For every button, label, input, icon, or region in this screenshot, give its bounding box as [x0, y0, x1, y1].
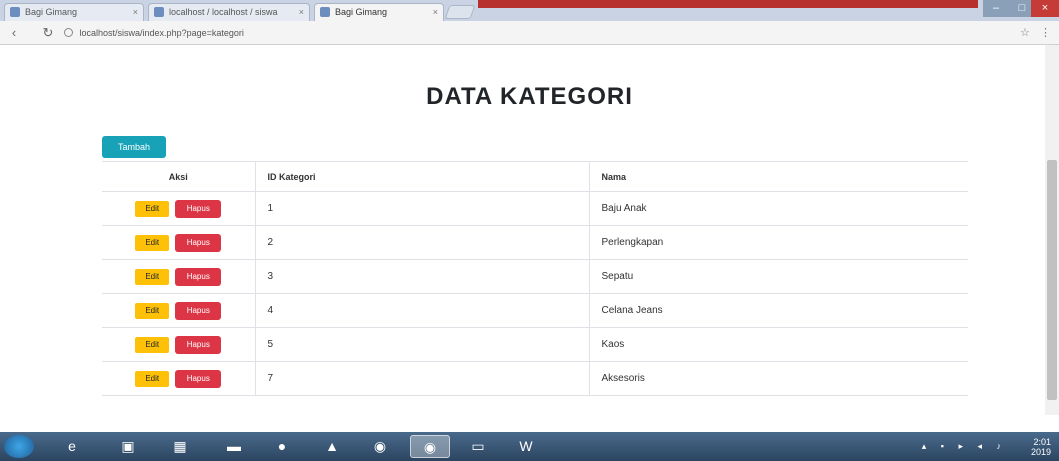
- tab-title: localhost / localhost / siswa: [169, 7, 278, 17]
- cell-id: 1: [255, 191, 590, 226]
- menu-icon[interactable]: ⋮: [1040, 25, 1051, 41]
- close-tab-icon[interactable]: ×: [433, 4, 438, 20]
- browser-tab-1[interactable]: Bagi Gimang ×: [4, 3, 144, 21]
- row-actions: Edit Hapus: [102, 293, 256, 328]
- cell-id: 5: [255, 327, 590, 362]
- system-tray[interactable]: ▴ ▪ ▸ ◂ ♪: [922, 441, 1007, 452]
- address-bar[interactable]: localhost/siswa/index.php?page=kategori: [64, 25, 1024, 41]
- table-row: Edit Hapus 4 Celana Jeans: [102, 293, 968, 328]
- delete-button[interactable]: Hapus: [175, 233, 222, 252]
- chrome-icon[interactable]: ◉: [360, 435, 400, 458]
- table-row: Edit Hapus 2 Perlengkapan: [102, 225, 968, 260]
- table-row: Edit Hapus 3 Sepatu: [102, 259, 968, 294]
- page-title: DATA KATEGORI: [426, 83, 633, 110]
- row-actions: Edit Hapus: [102, 327, 256, 362]
- table-row: Edit Hapus 7 Aksesoris: [102, 361, 968, 396]
- cell-nama: Aksesoris: [589, 361, 968, 396]
- clock[interactable]: 2:01 2019: [1031, 437, 1051, 457]
- explorer-icon[interactable]: ▣: [108, 435, 148, 458]
- clock-date: 2019: [1030, 447, 1051, 457]
- cell-nama: Celana Jeans: [589, 293, 968, 328]
- cell-nama: Kaos: [589, 327, 968, 362]
- edit-button[interactable]: Edit: [135, 370, 170, 387]
- new-tab-button[interactable]: [444, 5, 476, 19]
- table-row: Edit Hapus 5 Kaos: [102, 327, 968, 362]
- browser-toolbar: ‹ ↻ localhost/siswa/index.php?page=kateg…: [0, 21, 1059, 45]
- page-favicon-icon: [154, 7, 164, 17]
- edit-button[interactable]: Edit: [135, 268, 170, 285]
- browser-tab-2[interactable]: localhost / localhost / siswa ×: [148, 3, 310, 21]
- cell-id: 4: [255, 293, 590, 328]
- close-tab-icon[interactable]: ×: [299, 4, 304, 20]
- app-icon[interactable]: ▲: [312, 435, 352, 458]
- close-window-icon[interactable]: ×: [1031, 0, 1059, 17]
- row-actions: Edit Hapus: [102, 259, 256, 294]
- row-actions: Edit Hapus: [102, 191, 256, 226]
- cell-id: 7: [255, 361, 590, 396]
- cell-nama: Baju Anak: [589, 191, 968, 226]
- ie-icon[interactable]: e: [52, 435, 92, 458]
- delete-button[interactable]: Hapus: [175, 301, 222, 320]
- cell-nama: Sepatu: [589, 259, 968, 294]
- edit-button[interactable]: Edit: [135, 234, 170, 251]
- start-icon[interactable]: [4, 435, 34, 458]
- scrollbar-thumb[interactable]: [1047, 160, 1057, 400]
- tab-title: Bagi Gimang: [335, 7, 388, 17]
- page-favicon-icon: [320, 7, 330, 17]
- row-actions: Edit Hapus: [102, 361, 256, 396]
- browser-tab-strip: Bagi Gimang × localhost / localhost / si…: [0, 0, 1059, 21]
- cell-id: 2: [255, 225, 590, 260]
- delete-button[interactable]: Hapus: [175, 267, 222, 286]
- info-icon: [64, 28, 73, 37]
- window-icon[interactable]: ▭: [458, 435, 498, 458]
- paint-icon[interactable]: ●: [262, 435, 302, 458]
- media-icon[interactable]: ▦: [160, 435, 200, 458]
- tab-title: Bagi Gimang: [25, 7, 78, 17]
- add-category-button[interactable]: Tambah: [102, 136, 166, 158]
- clock-time: 2:01: [1033, 437, 1051, 447]
- delete-button[interactable]: Hapus: [175, 199, 222, 218]
- os-taskbar: e ▣ ▦ ▬ ● ▲ ◉ ◉ ▭ W ▴ ▪ ▸ ◂ ♪ 2:01 2019: [0, 432, 1059, 461]
- address-text: localhost/siswa/index.php?page=kategori: [79, 28, 244, 38]
- page-content: DATA KATEGORI Tambah Aksi ID Kategori Na…: [0, 45, 1059, 415]
- table-row: Edit Hapus 1 Baju Anak: [102, 191, 968, 226]
- edit-button[interactable]: Edit: [135, 336, 170, 353]
- star-icon[interactable]: ☆: [1020, 25, 1030, 41]
- page-scrollbar[interactable]: [1045, 45, 1059, 415]
- row-actions: Edit Hapus: [102, 225, 256, 260]
- table-header-row: Aksi ID Kategori Nama: [102, 161, 968, 192]
- delete-button[interactable]: Hapus: [175, 369, 222, 388]
- cell-nama: Perlengkapan: [589, 225, 968, 260]
- word-icon[interactable]: W: [506, 435, 546, 458]
- folder-icon[interactable]: ▬: [214, 435, 254, 458]
- delete-button[interactable]: Hapus: [175, 335, 222, 354]
- close-tab-icon[interactable]: ×: [133, 4, 138, 20]
- chrome-icon[interactable]: ◉: [410, 435, 450, 458]
- category-table: Aksi ID Kategori Nama Edit Hapus 1 Baju A…: [102, 161, 968, 396]
- column-header-aksi: Aksi: [102, 161, 256, 192]
- back-arrow-icon[interactable]: ‹: [6, 25, 22, 41]
- page-favicon-icon: [10, 7, 20, 17]
- minimize-icon[interactable]: –: [983, 0, 1009, 17]
- edit-button[interactable]: Edit: [135, 200, 170, 217]
- column-header-id: ID Kategori: [255, 161, 590, 192]
- column-header-nama: Nama: [589, 161, 968, 192]
- reload-icon[interactable]: ↻: [40, 25, 56, 41]
- cell-id: 3: [255, 259, 590, 294]
- window-titlebar-accent: [478, 0, 978, 8]
- edit-button[interactable]: Edit: [135, 302, 170, 319]
- browser-tab-3[interactable]: Bagi Gimang ×: [314, 3, 444, 21]
